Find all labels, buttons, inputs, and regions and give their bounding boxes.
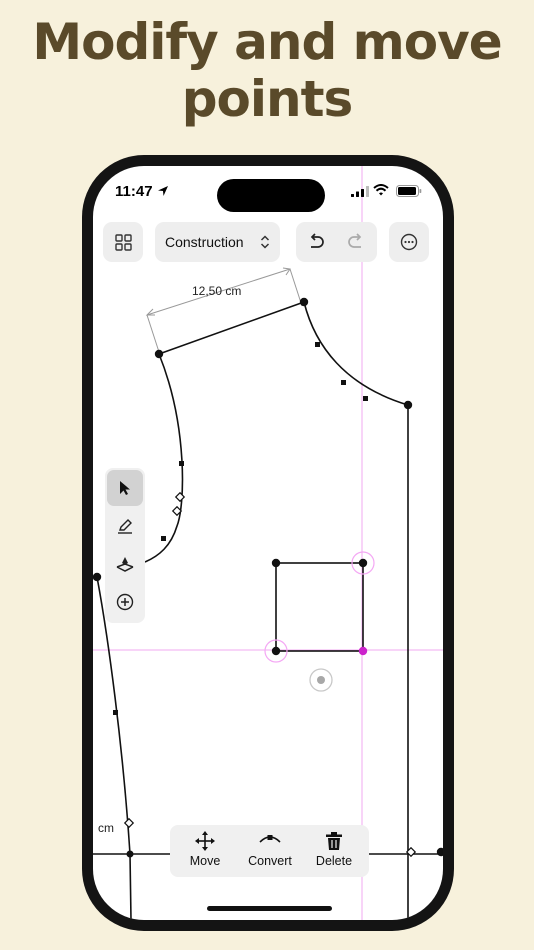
curve-convert-icon	[259, 835, 281, 843]
point-shoulder-right	[299, 297, 309, 307]
battery-icon	[396, 185, 422, 197]
undo-icon[interactable]	[306, 233, 326, 251]
move-arrows-icon	[195, 831, 215, 851]
app-screen: 12,50 cm cm 11:47 Construction Move Conv…	[93, 166, 443, 920]
dynamic-island	[217, 179, 325, 212]
delete-label: Delete	[315, 854, 353, 868]
home-indicator	[207, 906, 332, 911]
edited-square	[275, 562, 364, 652]
wifi-icon	[373, 184, 389, 196]
convert-button[interactable]: Convert	[240, 829, 300, 875]
status-time: 11:47	[115, 183, 153, 200]
pattern-canvas[interactable]	[93, 166, 443, 920]
cursor-icon	[120, 481, 130, 495]
draw-tool[interactable]	[107, 508, 143, 544]
move-button[interactable]: Move	[175, 829, 235, 875]
redo-icon[interactable]	[346, 233, 366, 251]
side-dimension-label: cm	[98, 821, 114, 835]
plus-circle-icon	[116, 593, 134, 611]
move-label: Move	[189, 854, 221, 868]
anchor-icon	[116, 557, 134, 572]
cellular-signal-icon	[351, 186, 369, 197]
headline: Modify and move points	[0, 14, 534, 128]
point-square-bl	[271, 646, 281, 656]
point-square-tl	[271, 558, 281, 568]
grid-icon	[114, 233, 132, 251]
point-hem-left	[126, 850, 134, 858]
undo-redo-group	[296, 222, 377, 262]
pen-icon	[118, 519, 132, 534]
point-neck-center	[403, 400, 413, 410]
phone-frame: 12,50 cm cm 11:47 Construction Move Conv…	[82, 155, 454, 931]
point-selected	[358, 646, 368, 656]
point-square-tr	[358, 558, 368, 568]
armhole-curve	[144, 353, 184, 563]
headline-line-1: Modify and move	[32, 13, 502, 71]
convert-label: Convert	[248, 854, 292, 868]
point-tool[interactable]	[107, 546, 143, 582]
select-tool[interactable]	[107, 470, 143, 506]
pattern-selector-button[interactable]: Construction	[155, 222, 280, 262]
location-arrow-icon	[158, 186, 168, 196]
point-action-bar: Move Convert Delete	[170, 825, 369, 877]
shoulder-line	[158, 301, 305, 355]
point-hem-right	[436, 847, 443, 857]
more-icon	[400, 233, 418, 251]
point-side	[93, 572, 102, 582]
grid-button[interactable]	[103, 222, 143, 262]
point-shoulder-left	[154, 349, 164, 359]
delete-button[interactable]: Delete	[304, 829, 364, 875]
side-seam	[96, 576, 132, 920]
add-tool[interactable]	[107, 584, 143, 620]
dimension-label: 12,50 cm	[192, 284, 242, 298]
tool-panel	[105, 468, 145, 623]
headline-line-2: points	[181, 70, 354, 128]
trash-icon	[326, 832, 342, 850]
more-options-button[interactable]	[389, 222, 429, 262]
chevron-updown-icon	[260, 235, 270, 249]
neckline-curve	[303, 301, 409, 406]
pattern-selector-label: Construction	[165, 234, 244, 250]
